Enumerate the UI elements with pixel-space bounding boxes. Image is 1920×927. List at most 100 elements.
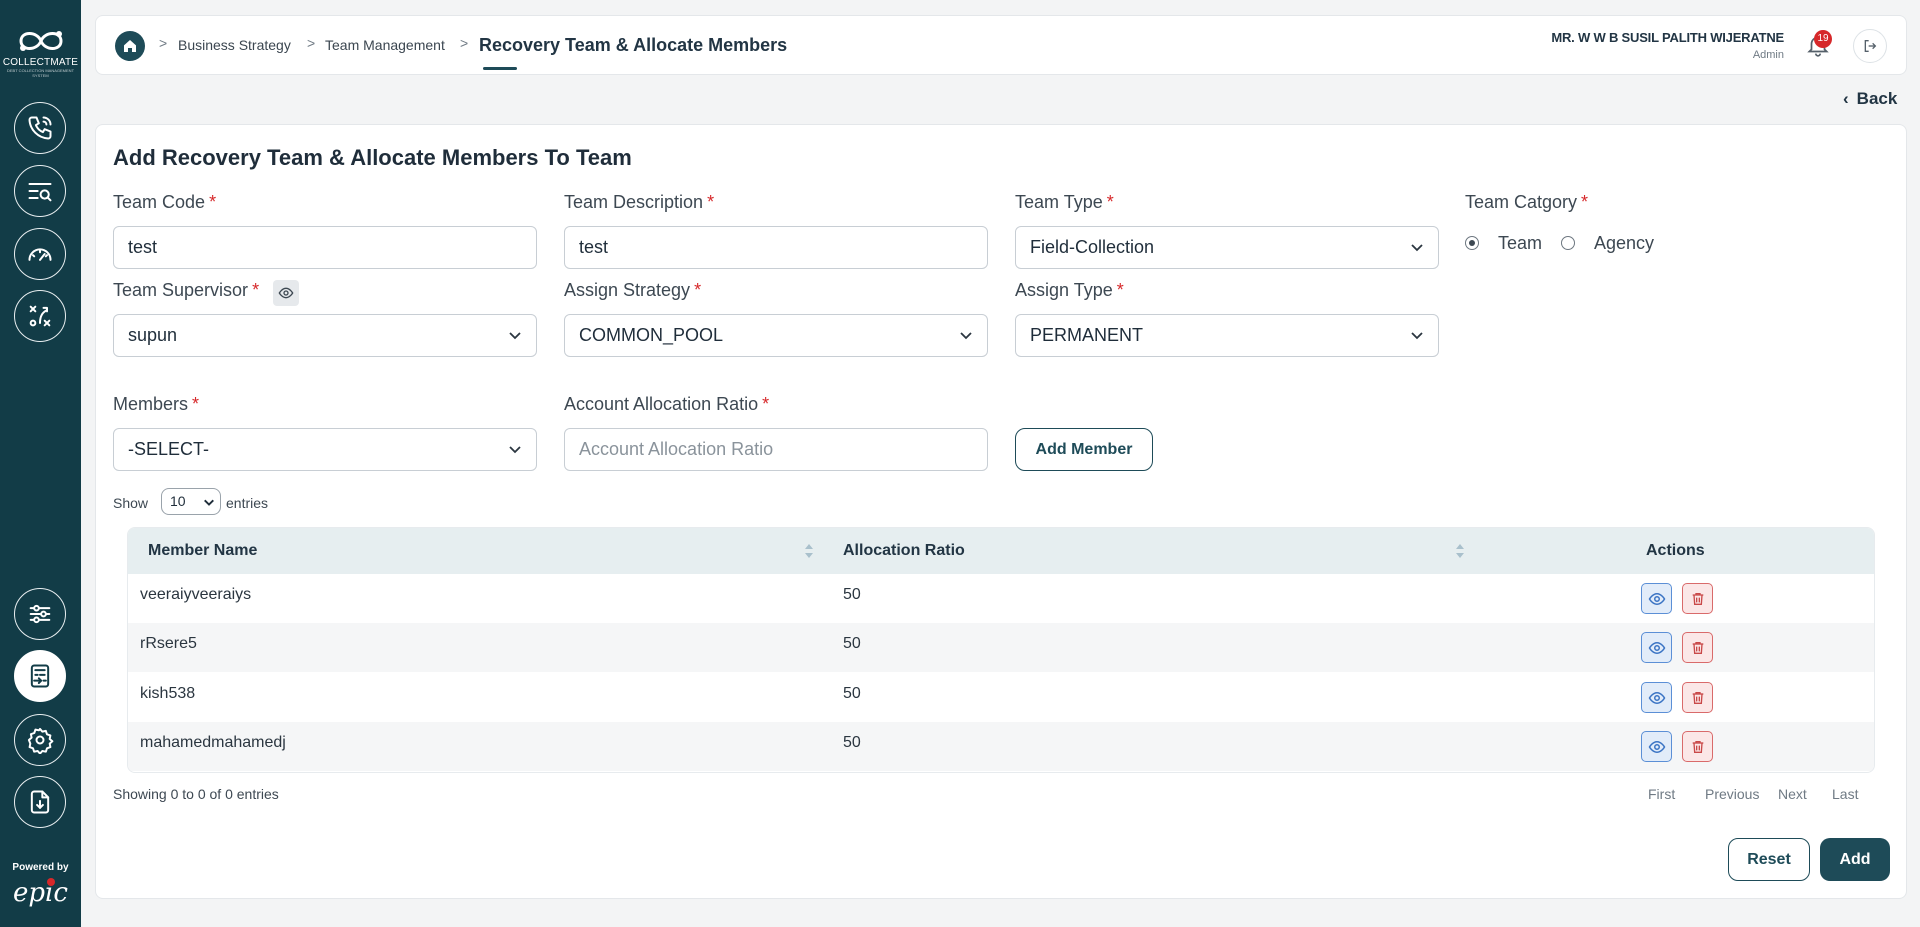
required-mark: * <box>192 394 200 414</box>
table-info: Showing 0 to 0 of 0 entries <box>113 786 279 802</box>
add-member-button[interactable]: Add Member <box>1015 428 1153 471</box>
required-mark: * <box>1106 192 1114 212</box>
user-role: Admin <box>1752 49 1784 61</box>
assign-type-select[interactable]: PERMANENT <box>1015 314 1439 357</box>
delete-member-button[interactable] <box>1682 632 1713 663</box>
view-member-button[interactable] <box>1641 632 1672 663</box>
team-supervisor-label-text: Team Supervisor <box>113 280 249 300</box>
assign-strategy-value: COMMON_POOL <box>579 325 724 345</box>
breadcrumb-business-strategy[interactable]: Business Strategy <box>178 37 291 53</box>
team-description-input[interactable]: test <box>564 226 988 269</box>
page-title: Recovery Team & Allocate Members <box>479 35 788 55</box>
allocation-ratio-cell: 50 <box>843 685 861 702</box>
member-name-cell: rRsere5 <box>140 635 197 652</box>
chevron-left-icon: ‹ <box>1843 89 1849 108</box>
view-member-button[interactable] <box>1641 731 1672 762</box>
table-row: kish538 50 <box>128 673 1874 722</box>
pagination-first[interactable]: First <box>1648 786 1675 802</box>
form-card: Add Recovery Team & Allocate Members To … <box>95 124 1907 899</box>
nav-calls[interactable] <box>14 102 66 154</box>
team-category-option-team[interactable]: Team <box>1498 233 1542 254</box>
eye-icon <box>1648 740 1665 753</box>
members-select[interactable]: -SELECT- <box>113 428 537 471</box>
sidebar: COLLECTMATE DEBT COLLECTION MANAGEMENT S… <box>0 0 81 927</box>
sliders-icon <box>29 604 51 624</box>
entries-label: entries <box>226 495 269 511</box>
pagination-previous[interactable]: Previous <box>1705 786 1759 802</box>
page-size-select[interactable]: 10 <box>161 488 221 515</box>
top-bar: > Business Strategy > Team Management > … <box>95 15 1907 75</box>
add-button[interactable]: Add <box>1820 838 1890 881</box>
allocation-ratio-input[interactable]: Account Allocation Ratio <box>564 428 988 471</box>
required-mark: * <box>762 394 770 414</box>
brand-name: COLLECTMATE <box>2 57 79 68</box>
delete-member-button[interactable] <box>1682 583 1713 614</box>
nav-team-allocation[interactable] <box>14 650 66 702</box>
nav-settings[interactable] <box>14 714 66 766</box>
eye-icon <box>1648 691 1665 704</box>
table-header: Member Name Allocation Ratio Actions <box>128 528 1874 574</box>
members-label: Members * <box>113 394 199 415</box>
team-category-radio-team[interactable] <box>1465 236 1479 250</box>
nav-filters[interactable] <box>14 588 66 640</box>
sort-icon[interactable] <box>804 542 814 560</box>
trash-icon <box>1692 592 1703 605</box>
sort-icon[interactable] <box>1455 542 1465 560</box>
logout-button[interactable] <box>1853 29 1887 63</box>
members-label-text: Members <box>113 394 189 414</box>
team-description-value: test <box>579 237 609 257</box>
team-description-label: Team Description * <box>564 192 714 213</box>
assign-strategy-select[interactable]: COMMON_POOL <box>564 314 988 357</box>
chevron-down-icon <box>960 332 972 340</box>
reset-button[interactable]: Reset <box>1728 838 1810 881</box>
assign-strategy-label: Assign Strategy * <box>564 280 701 301</box>
view-supervisor-button[interactable] <box>273 280 299 306</box>
team-code-input[interactable]: test <box>113 226 537 269</box>
team-type-value: Field-Collection <box>1030 237 1155 257</box>
nav-dashboard[interactable] <box>14 228 66 280</box>
team-type-select[interactable]: Field-Collection <box>1015 226 1439 269</box>
allocation-ratio-cell: 50 <box>843 635 861 652</box>
trash-icon <box>1692 641 1703 654</box>
assign-type-value: PERMANENT <box>1030 325 1144 345</box>
delete-member-button[interactable] <box>1682 731 1713 762</box>
nav-download[interactable] <box>14 776 66 828</box>
team-supervisor-select[interactable]: supun <box>113 314 537 357</box>
breadcrumb-team-management[interactable]: Team Management <box>325 37 445 53</box>
team-category-radio-agency[interactable] <box>1561 236 1575 250</box>
back-link[interactable]: ‹ Back <box>1843 89 1897 109</box>
breadcrumb-active-indicator <box>483 67 517 70</box>
file-download-icon <box>30 790 50 814</box>
brand-tagline: DEBT COLLECTION MANAGEMENT SYSTEM <box>6 68 75 78</box>
phone-icon <box>28 116 52 140</box>
logout-icon <box>1864 40 1877 52</box>
nav-search-list[interactable] <box>14 165 66 217</box>
view-member-button[interactable] <box>1641 682 1672 713</box>
table-row: veeraiyveeraiys 50 <box>128 574 1874 623</box>
page-size-value: 10 <box>170 493 186 509</box>
home-button[interactable] <box>115 31 145 61</box>
team-code-value: test <box>128 237 158 257</box>
assign-strategy-label-text: Assign Strategy <box>564 280 691 300</box>
team-category-option-agency[interactable]: Agency <box>1594 233 1654 254</box>
home-icon <box>124 40 136 52</box>
pagination-next[interactable]: Next <box>1778 786 1807 802</box>
team-type-label-text: Team Type <box>1015 192 1103 212</box>
allocation-ratio-label: Account Allocation Ratio * <box>564 394 769 415</box>
gear-icon <box>27 727 54 754</box>
delete-member-button[interactable] <box>1682 682 1713 713</box>
view-member-button[interactable] <box>1641 583 1672 614</box>
trash-icon <box>1692 691 1703 704</box>
required-mark: * <box>1581 192 1589 212</box>
column-allocation-ratio[interactable]: Allocation Ratio <box>843 542 965 560</box>
show-label: Show <box>113 495 149 511</box>
assign-type-label: Assign Type * <box>1015 280 1124 301</box>
pagination-last[interactable]: Last <box>1832 786 1858 802</box>
team-category-label-text: Team Catgory <box>1465 192 1578 212</box>
nav-strategy[interactable] <box>14 290 66 342</box>
user-name: MR. W W B SUSIL PALITH WIJERATNE <box>1551 30 1784 45</box>
team-category-label: Team Catgory * <box>1465 192 1588 213</box>
vendor-logo: epic <box>13 878 68 908</box>
column-member-name[interactable]: Member Name <box>148 542 257 560</box>
chevron-down-icon <box>1411 332 1423 340</box>
